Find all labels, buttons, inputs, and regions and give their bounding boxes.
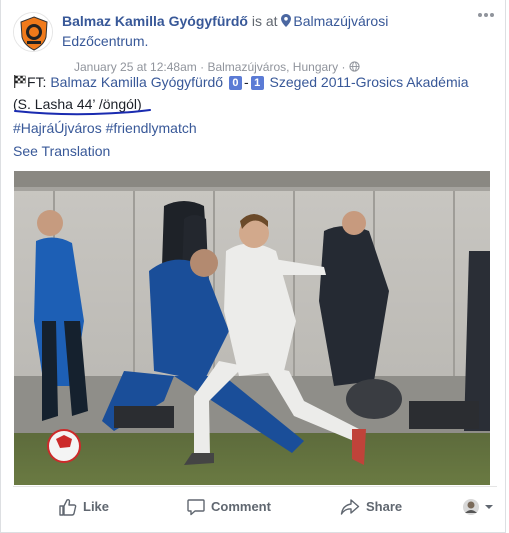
share-arrow-icon [340, 499, 360, 515]
score-dash: - [243, 74, 249, 90]
facebook-post-card: Balmaz Kamilla Gyógyfürdő is at Balmazúj… [0, 0, 506, 533]
is-at-text: is at [251, 13, 278, 29]
page-name-link[interactable]: Balmaz Kamilla Gyógyfürdő [62, 13, 248, 29]
more-options-icon[interactable] [477, 8, 495, 20]
post-action-bar: Like Comment Share [13, 486, 497, 526]
handwritten-underline-annotation [14, 109, 151, 116]
away-team-link[interactable]: Szeged 2011-Grosics Akadémia [270, 74, 469, 90]
hashtag-link[interactable]: #HajráÚjváros [13, 120, 102, 136]
see-translation-link[interactable]: See Translation [13, 143, 110, 159]
away-score-badge: 1 [250, 76, 264, 90]
like-button[interactable]: Like [59, 495, 109, 519]
chevron-down-icon [485, 505, 493, 509]
viewer-avatar-dropdown[interactable] [461, 497, 497, 517]
share-button[interactable]: Share [340, 495, 402, 519]
post-header: Balmaz Kamilla Gyógyfürdő is at Balmazúj… [13, 10, 497, 74]
hashtag-link[interactable]: #friendlymatch [106, 120, 197, 136]
comment-label: Comment [211, 499, 271, 514]
like-label: Like [83, 499, 110, 514]
post-message: FT: Balmaz Kamilla Gyógyfürdő 0-1 Szeged… [13, 71, 497, 139]
home-score-badge: 0 [228, 76, 242, 90]
club-crest-icon [14, 13, 52, 51]
thumbs-up-icon [59, 498, 77, 516]
hashtag-line: #HajráÚjváros #friendlymatch [13, 117, 497, 139]
football-match-photo [14, 171, 490, 485]
more-options-icon [478, 13, 494, 17]
result-line: FT: Balmaz Kamilla Gyógyfürdő 0-1 Szeged… [13, 71, 497, 93]
speech-bubble-icon [187, 499, 205, 516]
location-pin-icon [281, 14, 292, 27]
page-avatar[interactable] [13, 12, 53, 52]
comment-button[interactable]: Comment [187, 495, 271, 519]
post-header-text: Balmaz Kamilla Gyógyfürdő is at Balmazúj… [62, 11, 472, 51]
home-team-link[interactable]: Balmaz Kamilla Gyógyfürdő [50, 74, 223, 90]
share-label: Share [366, 499, 403, 514]
post-photo[interactable] [14, 171, 490, 485]
viewer-avatar-icon [463, 499, 493, 515]
ft-label: FT: [27, 74, 47, 90]
chequered-flag-emoji [14, 75, 26, 88]
